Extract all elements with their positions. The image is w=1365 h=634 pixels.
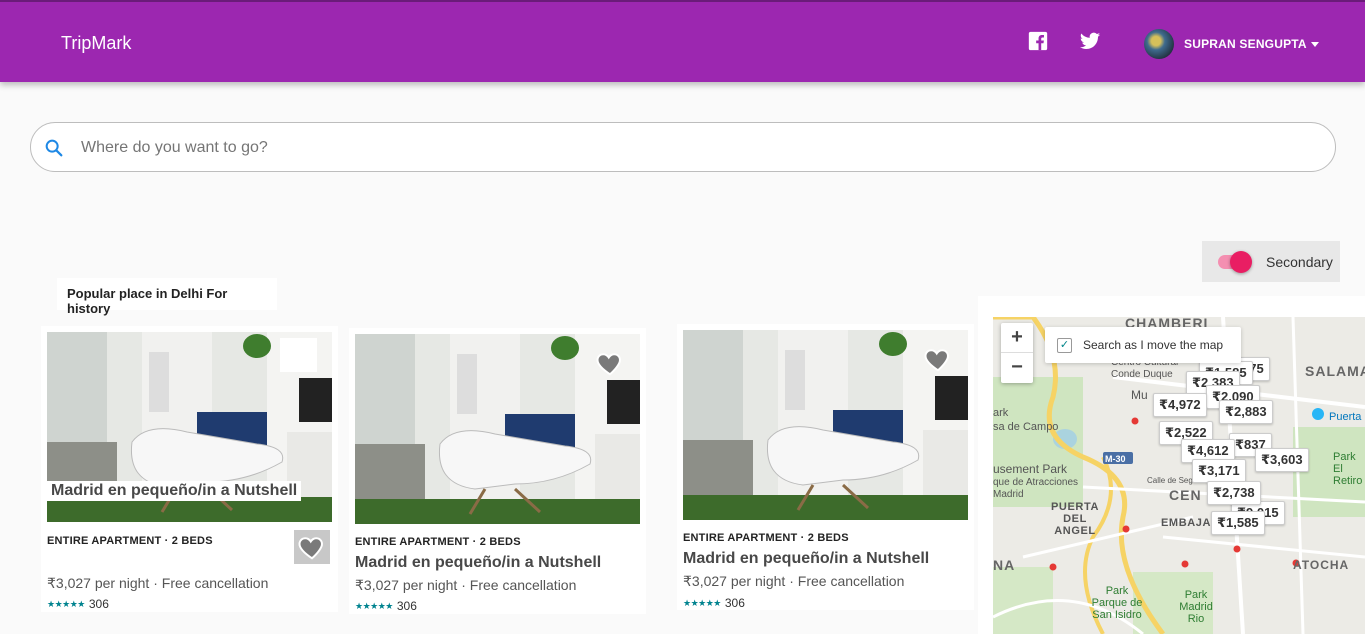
listing-meta: ENTIRE APARTMENT · 2 BEDS	[683, 532, 849, 544]
price-amount: ₹3,027	[47, 575, 91, 591]
toggle-thumb[interactable]	[1230, 251, 1252, 273]
star-rating-icon: ★★★★★	[683, 597, 721, 608]
map-label: M-30	[1105, 454, 1126, 464]
listing-meta: ENTIRE APARTMENT · 2 BEDS	[355, 536, 521, 548]
map-label: PUERTA DEL ANGEL	[1050, 501, 1099, 537]
map-label: Puerta	[1329, 411, 1362, 423]
zoom-controls: + −	[1001, 323, 1033, 383]
listing-title-overlay[interactable]: Madrid en pequeño/in a Nutshell	[47, 481, 302, 501]
price-pin[interactable]: ₹3,171	[1192, 459, 1246, 483]
map-label: ATOCHA	[1293, 558, 1350, 572]
user-menu[interactable]: SUPRAN SENGUPTA	[1144, 28, 1319, 60]
map-label: NA	[993, 557, 1016, 573]
facebook-icon[interactable]	[1027, 30, 1049, 52]
listing-meta: ENTIRE APARTMENT · 2 BEDS	[47, 535, 213, 547]
user-name: SUPRAN SENGUPTA	[1184, 37, 1307, 51]
map-label: SALAMANCA	[1305, 363, 1365, 379]
listing-price: ₹3,027 per night · Free cancellation	[683, 573, 904, 590]
map-label: Mu	[1131, 388, 1148, 402]
map-label: Park Parque de San Isidro	[1091, 585, 1143, 621]
price-pin[interactable]: ₹1,585	[1211, 511, 1265, 535]
price-pin[interactable]: ₹4,972	[1153, 393, 1207, 417]
map-label: usement Park	[993, 462, 1068, 476]
search-as-move-checkbox[interactable]: ✓ Search as I move the map	[1045, 327, 1241, 363]
price-suffix: per night · Free cancellation	[94, 575, 269, 591]
map[interactable]: CHAMBERI SALAMANCA Centro Cultural Conde…	[993, 317, 1365, 634]
price-amount: ₹3,027	[355, 577, 399, 593]
app-bar: TripMark SUPRAN SENGUPTA	[0, 0, 1365, 82]
price-suffix: per night · Free cancellation	[402, 577, 577, 593]
twitter-icon[interactable]	[1079, 30, 1101, 52]
zoom-out-button[interactable]: −	[1001, 353, 1033, 383]
check-icon[interactable]: ✓	[1057, 338, 1072, 353]
listing-title[interactable]: Madrid en pequeño/in a Nutshell	[683, 550, 929, 568]
favorite-button[interactable]	[294, 530, 330, 564]
heart-icon	[298, 537, 323, 560]
review-count: 306	[88, 597, 109, 611]
listing-rating: ★★★★★ 306	[683, 596, 745, 610]
map-panel: CHAMBERI SALAMANCA Centro Cultural Conde…	[978, 296, 1365, 634]
search-as-move-label: Search as I move the map	[1083, 338, 1224, 352]
toggle-label: Secondary	[1266, 254, 1333, 270]
listing-rating: ★★★★★ 306	[47, 597, 109, 611]
listing-card[interactable]: ENTIRE APARTMENT · 2 BEDS Madrid en pequ…	[349, 328, 646, 614]
review-count: 306	[396, 599, 417, 613]
map-label: Park El Retiro	[1333, 451, 1363, 487]
listing-title[interactable]: Madrid en pequeño/in a Nutshell	[355, 554, 601, 572]
map-label: CEN	[1169, 487, 1202, 503]
section-title: Popular place in Delhi For history	[57, 278, 277, 316]
search-icon[interactable]	[43, 137, 65, 159]
price-suffix: per night · Free cancellation	[730, 573, 905, 589]
star-rating-icon: ★★★★★	[47, 598, 85, 609]
price-pin[interactable]: ₹2,883	[1219, 400, 1273, 424]
brand-logo[interactable]: TripMark	[61, 33, 131, 54]
search-input[interactable]	[81, 135, 1281, 161]
price-pin[interactable]: ₹3,603	[1255, 448, 1309, 472]
price-amount: ₹3,027	[683, 573, 727, 589]
avatar	[1144, 29, 1174, 59]
listing-card[interactable]: ENTIRE APARTMENT · 2 BEDS Madrid en pequ…	[677, 324, 974, 610]
favorite-placeholder[interactable]	[280, 338, 317, 372]
secondary-toggle[interactable]: Secondary	[1202, 241, 1340, 282]
search-bar	[30, 122, 1336, 172]
listing-price: ₹3,027 per night · Free cancellation	[355, 577, 576, 594]
map-label: ark	[993, 407, 1009, 419]
price-pin[interactable]: ₹2,738	[1207, 481, 1261, 505]
zoom-in-button[interactable]: +	[1001, 323, 1033, 353]
chevron-down-icon	[1310, 41, 1319, 47]
listing-rating: ★★★★★ 306	[355, 599, 417, 613]
heart-icon[interactable]	[595, 348, 625, 378]
heart-icon[interactable]	[923, 344, 953, 374]
star-rating-icon: ★★★★★	[355, 600, 393, 611]
listing-price: ₹3,027 per night · Free cancellation	[47, 575, 268, 592]
listing-card[interactable]: Madrid en pequeño/in a Nutshell ENTIRE A…	[41, 326, 338, 612]
review-count: 306	[724, 596, 745, 610]
map-label: Park Madrid Rio	[1179, 589, 1213, 625]
map-label: que de Atracciones Madrid	[993, 477, 1079, 500]
map-label: sa de Campo	[993, 421, 1059, 433]
